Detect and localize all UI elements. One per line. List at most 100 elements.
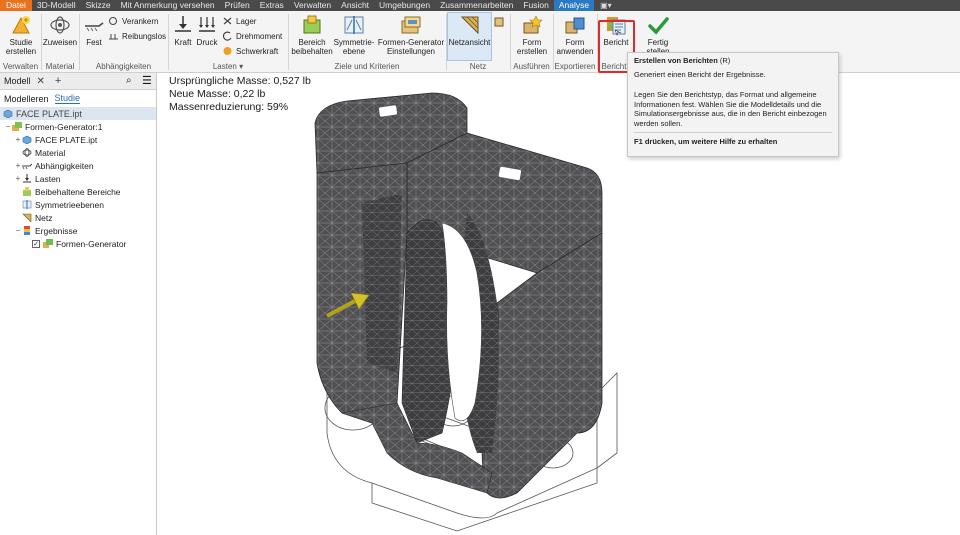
collapse-icon[interactable]: −: [4, 122, 12, 131]
reibungslos-button[interactable]: Reibungslos: [108, 31, 166, 41]
tree-item-label: Formen-Generator: [56, 238, 127, 249]
pressure-icon: [199, 17, 215, 32]
tree-item[interactable]: Beibehaltene Bereiche: [0, 185, 156, 198]
menu-datei[interactable]: Datei: [0, 0, 32, 11]
visibility-checkbox-icon[interactable]: ✓: [32, 239, 40, 248]
bereich-beibehalten-button[interactable]: Bereich beibehalten: [290, 14, 334, 56]
tree-item[interactable]: ✓ Formen-Generator: [0, 237, 156, 250]
tree-item[interactable]: Material: [0, 146, 156, 159]
expand-icon[interactable]: +: [14, 174, 22, 183]
tree-item[interactable]: + Lasten: [0, 172, 156, 185]
schwerkraft-button[interactable]: Schwerkraft: [222, 46, 278, 56]
menu-extras[interactable]: Extras: [255, 0, 289, 11]
menu-fusion[interactable]: Fusion: [518, 0, 554, 11]
tree-item[interactable]: + FACE PLATE.ipt: [0, 133, 156, 146]
close-icon[interactable]: ✕: [37, 76, 45, 87]
fertig-stellen-button[interactable]: Fertig stellen: [636, 14, 680, 56]
mesh-settings-button[interactable]: [494, 17, 508, 27]
force-icon: [175, 16, 191, 32]
formen-generator-einstellungen-button[interactable]: Formen-Generator Einstellungen: [376, 14, 446, 56]
part-file-icon: [3, 109, 13, 119]
tooltip-summary: Generiert einen Bericht der Ergebnisse.: [634, 69, 766, 79]
lager-label: Lager: [236, 16, 257, 26]
tree-item[interactable]: + Abhängigkeiten: [0, 159, 156, 172]
expand-icon[interactable]: +: [14, 135, 22, 144]
verankern-button[interactable]: Verankern: [108, 16, 158, 26]
kraft-button[interactable]: Kraft: [172, 14, 194, 47]
load-icon: [22, 174, 32, 183]
document-name: FACE PLATE.ipt: [16, 108, 82, 119]
tooltip-title: Erstellen von Berichten: [634, 56, 718, 65]
torque-icon: [222, 31, 233, 41]
menu-anmerkung[interactable]: Mit Anmerkung versehen: [116, 0, 220, 11]
form-erstellen-button[interactable]: Form erstellen: [514, 14, 550, 56]
result-item-icon: [43, 239, 53, 248]
camera-dropdown-icon[interactable]: ▣▾: [594, 1, 618, 10]
generator-settings-icon: [401, 16, 421, 34]
group-label-exportieren: Exportieren: [554, 62, 596, 71]
symmetry-icon: [22, 200, 32, 209]
material-icon: [22, 148, 32, 157]
form-anwenden-button[interactable]: Form anwenden: [556, 14, 594, 56]
menu-3d-modell[interactable]: 3D-Modell: [32, 0, 81, 11]
bereich-beibehalten-label: Bereich beibehalten: [291, 38, 333, 56]
tree-item[interactable]: Symmetrieebenen: [0, 198, 156, 211]
fest-button[interactable]: Fest: [82, 14, 106, 47]
preserve-region-icon: [303, 15, 321, 34]
tab-studie[interactable]: Studie: [54, 93, 81, 104]
tab-modelleren[interactable]: Modelleren: [4, 94, 49, 104]
tree-item-label: Symmetrieebenen: [35, 199, 104, 210]
menu-ansicht[interactable]: Ansicht: [336, 0, 374, 11]
drehmoment-label: Drehmoment: [236, 31, 283, 41]
symmetrieebene-button[interactable]: Symmetrie- ebene: [334, 14, 374, 56]
results-icon: [22, 226, 32, 235]
app-window: Datei 3D-Modell Skizze Mit Anmerkung ver…: [0, 0, 960, 535]
tree-item[interactable]: − Formen-Generator:1: [0, 120, 156, 133]
form-erstellen-label: Form erstellen: [516, 38, 548, 56]
lager-button[interactable]: Lager: [222, 16, 256, 26]
pin-icon: [108, 16, 119, 26]
tree-item-label: Netz: [35, 212, 53, 223]
tree-item-label: Beibehaltene Bereiche: [35, 186, 121, 197]
tree-item[interactable]: Netz: [0, 211, 156, 224]
promote-shape-icon: [565, 17, 585, 34]
collapse-icon[interactable]: −: [14, 226, 22, 235]
bericht-tooltip: Erstellen von Berichten (R) Generiert ei…: [627, 52, 839, 157]
reibungslos-label: Reibungslos: [122, 31, 167, 41]
menu-umgebungen[interactable]: Umgebungen: [374, 0, 435, 11]
search-icon[interactable]: ⌕: [126, 75, 132, 86]
menu-skizze[interactable]: Skizze: [81, 0, 116, 11]
schwerkraft-label: Schwerkraft: [236, 46, 279, 56]
symmetrieebene-label: Symmetrie- ebene: [333, 38, 375, 56]
menu-analyse[interactable]: Analyse: [553, 0, 595, 11]
tooltip-separator: [634, 132, 832, 133]
menu-pruefen[interactable]: Prüfen: [220, 0, 255, 11]
model-3d-view[interactable]: [157, 73, 960, 535]
druck-button[interactable]: Druck: [196, 14, 218, 47]
add-panel-icon[interactable]: +: [55, 75, 61, 87]
study-create-icon: [12, 16, 30, 34]
document-row[interactable]: FACE PLATE.ipt: [0, 107, 156, 120]
tree-item[interactable]: − Ergebnisse: [0, 224, 156, 237]
tree-item-label: Material: [35, 147, 66, 158]
constraint-icon: [22, 161, 33, 170]
expand-icon[interactable]: +: [14, 161, 22, 170]
menu-zusammenarbeiten[interactable]: Zusammenarbeiten: [435, 0, 518, 11]
menu-icon[interactable]: ☰: [142, 74, 152, 87]
graphics-viewport[interactable]: Ursprüngliche Masse: 0,527 lb Neue Masse…: [157, 73, 960, 535]
studie-erstellen-button[interactable]: Studie erstellen: [4, 14, 38, 56]
drehmoment-button[interactable]: Drehmoment: [222, 31, 282, 41]
netzansicht-button[interactable]: Netzansicht: [448, 14, 491, 47]
generator-icon: [12, 122, 22, 131]
menu-bar: Datei 3D-Modell Skizze Mit Anmerkung ver…: [0, 0, 960, 11]
tooltip-help: F1 drücken, um weitere Hilfe zu erhalten: [634, 137, 778, 146]
generate-shape-icon: [523, 15, 543, 34]
formen-generator-einstellungen-label: Formen-Generator Einstellungen: [377, 38, 445, 56]
tree-item-label: FACE PLATE.ipt: [35, 134, 98, 145]
group-label-lasten[interactable]: Lasten ▾: [168, 62, 288, 71]
zuweisen-button[interactable]: Zuweisen: [43, 14, 77, 47]
group-label-bericht: Bericht: [601, 62, 627, 71]
mesh-settings-icon: [494, 17, 505, 27]
menu-verwalten[interactable]: Verwalten: [289, 0, 336, 11]
fixed-constraint-icon: [85, 22, 104, 32]
